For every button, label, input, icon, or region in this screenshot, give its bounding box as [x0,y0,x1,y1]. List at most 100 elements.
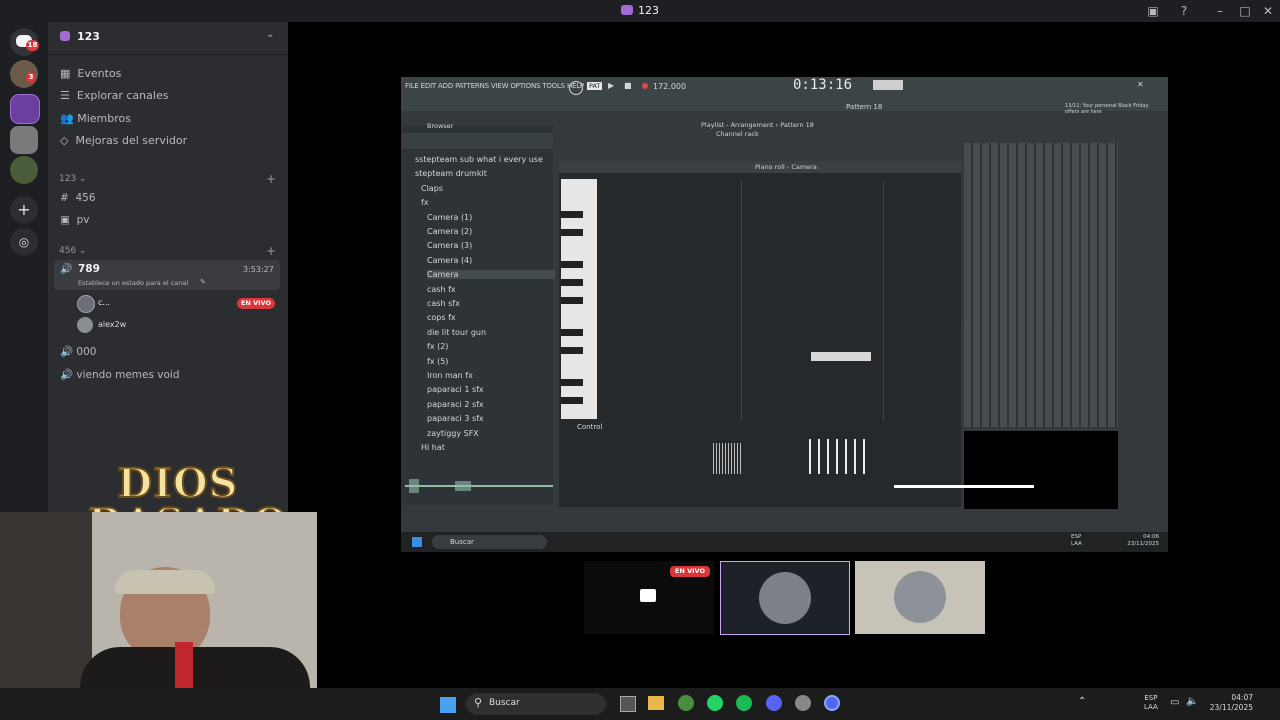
voice-user-name[interactable]: c... [98,298,110,307]
server-boosts-item[interactable]: ◇ Mejoras del servidor [60,134,187,147]
discover-icon[interactable]: ◎ [10,228,38,256]
help-icon[interactable]: ? [1176,3,1192,19]
voice-channel-active[interactable]: 🔊 789 3:53:27 Establece un estado para e… [54,260,280,290]
channel-text-456[interactable]: # 456 [60,192,96,204]
browser-item[interactable]: Camera (4) [427,256,472,265]
record-button[interactable] [642,83,648,89]
chevron-up-icon[interactable]: ⌃ [1078,696,1086,707]
add-channel-icon[interactable]: + [266,244,276,258]
avatar[interactable] [77,317,93,333]
fl-close-icon[interactable]: ✕ [1137,80,1144,89]
tempo-display[interactable]: 172.000 [653,82,686,91]
note-block[interactable] [811,352,871,361]
pencil-icon[interactable]: ✎ [200,278,206,286]
piano-roll-toolbar[interactable]: Piano roll - Camera [559,161,961,173]
browser-item[interactable]: Claps [421,184,443,193]
chevron-down-icon[interactable]: ⌄ [266,29,274,40]
category-2[interactable]: 456 ⌄ [59,246,87,256]
discord-icon[interactable] [766,695,782,711]
steam-icon[interactable] [795,695,811,711]
stream-tile-screen[interactable]: EN VIVO [584,561,714,634]
browser-item[interactable]: Hi hat [421,443,445,452]
add-channel-icon[interactable]: + [266,172,276,186]
inner-clock[interactable]: 04:06 23/11/2025 [1123,534,1159,548]
browser-item[interactable]: stepteam drumkit [415,169,487,178]
channel-text-pv[interactable]: ▣ pv [60,214,90,226]
voice-channel-000[interactable]: 🔊 000 [60,345,96,358]
control-label[interactable]: Control [577,423,602,431]
taskbar-clock[interactable]: 04:07 23/11/2025 [1205,693,1253,713]
velocity-bars[interactable] [713,443,743,474]
browser-item[interactable]: Camera [427,270,555,280]
master-volume[interactable] [873,80,903,90]
browser-item[interactable]: Camera (2) [427,227,472,236]
voice-user-name[interactable]: alex2w [98,320,126,329]
chrome-icon[interactable] [678,695,694,711]
stop-button[interactable]: ■ [624,81,632,90]
channel-rack-steps[interactable] [964,143,1118,323]
browser-item[interactable]: Camera (3) [427,241,472,250]
volume-icon[interactable]: 🔈 [1186,696,1198,707]
category-1[interactable]: 123 ⌄ [59,174,87,184]
spotify-icon[interactable] [736,695,752,711]
members-item[interactable]: 👥 Miembros [60,112,131,125]
piano-keyboard[interactable] [561,179,597,419]
browser-item[interactable]: paparaci 3 sfx [427,414,484,423]
stream-tile-user[interactable] [720,561,850,635]
pattern-selector[interactable]: Pattern 18 [846,103,882,111]
minimize-icon[interactable]: – [1212,3,1228,19]
inner-lang[interactable]: ESP LAA [1071,534,1082,548]
play-button[interactable]: ▶ [608,81,614,90]
browser-item[interactable]: fx (2) [427,342,448,351]
browser-item[interactable]: fx [421,198,429,207]
channel-rack-steps[interactable] [964,322,1118,427]
inner-search-box[interactable]: Buscar [432,535,547,549]
server-icon-active[interactable] [10,94,40,124]
whatsapp-icon[interactable] [707,695,723,711]
add-server-icon[interactable]: + [10,196,38,224]
metronome-icon[interactable] [569,81,583,95]
windows-start-icon[interactable] [412,537,422,547]
windows-start-icon[interactable] [440,697,456,713]
channel-name: viendo memes void [76,369,180,381]
browser-item[interactable]: Iron man fx [427,371,473,380]
stream-tile-user[interactable] [855,561,985,634]
browser-item[interactable]: zaytiggy SFX [427,429,479,438]
events-item[interactable]: ▦ Eventos [60,67,121,80]
close-icon[interactable]: ✕ [1260,3,1276,19]
server-header[interactable]: 123 ⌄ [48,22,288,55]
voice-channel-memes[interactable]: 🔊 viendo memes void [60,368,180,381]
browser-item[interactable]: paparaci 2 sfx [427,400,484,409]
status-hint[interactable]: Establece un estado para el canal [78,279,188,287]
task-view-icon[interactable] [620,696,636,712]
file-explorer-icon[interactable] [648,696,664,710]
browser-item[interactable]: cash fx [427,285,456,294]
maximize-icon[interactable]: □ [1237,3,1253,19]
browser-item[interactable]: cash sfx [427,299,460,308]
browser-item[interactable]: sstepteam sub what i every use [415,155,543,164]
pattern-song-toggle[interactable]: PAT [587,82,603,90]
browser-toolbar[interactable] [401,133,553,149]
language-indicator[interactable]: ESP LAA [1144,694,1158,712]
window-title-text: 123 [638,4,659,17]
server-icon-3[interactable] [10,156,38,184]
piano-roll-title: Piano roll - Camera [755,163,817,171]
browser-item[interactable]: die lit tour gun [427,328,486,337]
app-icon[interactable] [824,695,840,711]
fl-menu[interactable]: FILE EDIT ADD PATTERNS VIEW OPTIONS TOOL… [405,82,584,90]
events-label: Eventos [77,67,122,80]
inbox-icon[interactable]: ▣ [1145,3,1161,19]
avatar[interactable] [77,295,95,313]
velocity-bars[interactable] [809,439,871,474]
browser-item[interactable]: cops fx [427,313,456,322]
explore-channels-item[interactable]: ☰ Explorar canales [60,89,168,102]
server-icon-2[interactable] [10,126,38,154]
browser-item[interactable]: Camera (1) [427,213,472,222]
taskbar-search[interactable]: ⚲ Buscar [466,693,606,715]
fl-toolbar: FILE EDIT ADD PATTERNS VIEW OPTIONS TOOL… [401,77,1168,115]
news-panel[interactable]: 13/11: Your personal Black Friday offers… [1065,103,1155,115]
browser-item[interactable]: paparaci 1 sfx [427,385,484,394]
browser-item-label: paparaci 3 sfx [427,414,484,424]
network-icon[interactable]: ▭ [1170,697,1179,708]
browser-item[interactable]: fx (5) [427,357,448,366]
